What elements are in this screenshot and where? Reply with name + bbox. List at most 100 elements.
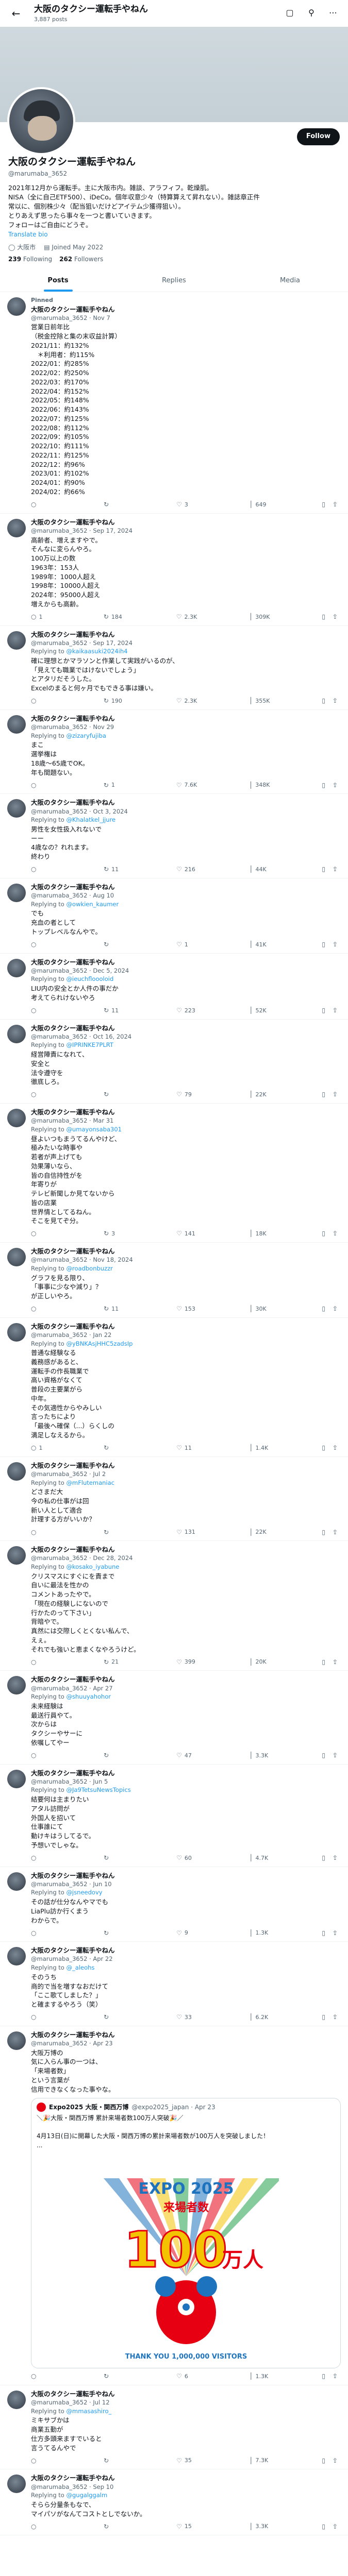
bookmark-icon[interactable]: ▯ [322,697,325,705]
retweet-button[interactable]: ↻ 3 [104,1229,124,1238]
views-button[interactable]: │ 22K [249,1090,270,1099]
author-name[interactable]: 大阪のタクシー運転手やねん [31,1675,115,1683]
share-icon[interactable]: ⇪ [333,1304,338,1313]
grok-icon[interactable]: ▢ [282,5,297,21]
author-name[interactable]: 大阪のタクシー運転手やねん [31,1323,115,1330]
tweet[interactable]: 大阪のタクシー運転手やねん @marumaba_3652 · Nov 29 Repl… [0,710,348,794]
views-button[interactable]: │ 309K [249,613,270,621]
like-button[interactable]: ♡ 33 [176,2013,197,2022]
retweet-button[interactable]: ↻ [104,2013,124,2022]
reply-target-link[interactable]: @kosako_iyabune [67,1563,120,1570]
tweet[interactable]: 大阪のタクシー運転手やねん @marumaba_3652 · Apr 22 Repl… [0,1942,348,2026]
share-icon[interactable]: ⇪ [333,1229,338,1238]
share-icon[interactable]: ⇪ [333,1528,338,1537]
author-name[interactable]: 大阪のタクシー運転手やねん [31,2474,115,2482]
quoted-tweet[interactable]: Expo2025 大阪・関西万博 @expo2025_japan · Apr 23… [31,2098,341,2368]
tweet[interactable]: 大阪のタクシー運転手やねん @marumaba_3652 · Oct 16, 20… [0,1020,348,1104]
bookmark-icon[interactable]: ▯ [322,781,325,790]
reply-button[interactable]: ○ [31,2522,52,2531]
like-button[interactable]: ♡ 11 [176,1444,197,1452]
views-button[interactable]: │ 20K [249,1658,270,1667]
views-button[interactable]: │ 6.2K [249,2013,270,2022]
avatar[interactable] [7,1947,26,1966]
views-button[interactable]: │ 18K [249,1229,270,1238]
retweet-button[interactable]: ↻ 21 [104,1658,124,1667]
bookmark-icon[interactable]: ▯ [322,500,325,509]
bookmark-icon[interactable]: ▯ [322,1854,325,1862]
reply-button[interactable]: ○ [31,1304,52,1313]
reply-target-link[interactable]: @mmasashiro_ [67,2408,112,2415]
following-link[interactable]: 239 Following [8,255,52,264]
avatar[interactable] [7,1462,26,1481]
reply-target-link[interactable]: @jsneedovy [67,1889,103,1896]
share-icon[interactable]: ⇪ [333,2456,338,2465]
share-icon[interactable]: ⇪ [333,1658,338,1667]
like-button[interactable]: ♡ 223 [176,1006,197,1015]
avatar[interactable] [7,2031,26,2050]
retweet-button[interactable]: ↻ [104,1090,124,1099]
bookmark-icon[interactable]: ▯ [322,1929,325,1938]
bookmark-icon[interactable]: ▯ [322,1229,325,1238]
like-button[interactable]: ♡ 79 [176,1090,197,1099]
author-name[interactable]: 大阪のタクシー運転手やねん [31,958,115,966]
followers-link[interactable]: 262 Followers [59,255,103,264]
tweet[interactable]: 大阪のタクシー運転手やねん @marumaba_3652 · Aug 10 Repl… [0,878,348,954]
share-icon[interactable]: ⇪ [333,1090,338,1099]
views-button[interactable]: │ 355K [249,697,270,705]
like-button[interactable]: ♡ 1 [176,940,197,949]
expo-visitor-poster[interactable]: EXPO 2025 来場者数 100 万人 THANK YOU 1,000,000 VI… [31,2154,340,2368]
author-name[interactable]: 大阪のタクシー運転手やねん [31,799,115,806]
tweet[interactable]: 大阪のタクシー運転手やねん @marumaba_3652 · Jan 22 Repl… [0,1318,348,1457]
reply-button[interactable]: ○ [31,2013,52,2022]
share-icon[interactable]: ⇪ [333,865,338,874]
author-name[interactable]: 大阪のタクシー運転手やねん [31,1769,115,1777]
like-button[interactable]: ♡ 399 [176,1658,197,1667]
translate-bio-link[interactable]: Translate bio [8,230,340,239]
reply-target-link[interactable]: @kaikaasuki2024ih4 [67,648,128,655]
share-icon[interactable]: ⇪ [333,500,338,509]
avatar[interactable] [7,715,26,734]
views-button[interactable]: │ 3.3K [249,2522,270,2531]
like-button[interactable]: ♡ 216 [176,865,197,874]
tweet[interactable]: 大阪のタクシー運転手やねん @marumaba_3652 · Dec 5, 202… [0,954,348,1020]
like-button[interactable]: ♡ 2.3K [176,613,197,621]
author-name[interactable]: 大阪のタクシー運転手やねん [31,1108,115,1116]
reply-target-link[interactable]: @zizaryfujiba [67,732,106,739]
bookmark-icon[interactable]: ▯ [322,865,325,874]
avatar[interactable] [7,1769,26,1788]
bookmark-icon[interactable]: ▯ [322,1304,325,1313]
bookmark-icon[interactable]: ▯ [322,1751,325,1760]
share-icon[interactable]: ⇪ [333,1006,338,1015]
reply-button[interactable]: ○ [31,1528,52,1537]
author-name[interactable]: 大阪のタクシー運転手やねん [31,715,115,722]
author-name[interactable]: 大阪のタクシー運転手やねん [31,306,115,313]
retweet-button[interactable]: ↻ [104,2456,124,2465]
avatar[interactable] [7,518,26,537]
bookmark-icon[interactable]: ▯ [322,1444,325,1452]
reply-target-link[interactable]: @Khalatkel_jjure [67,816,116,823]
tab-replies[interactable]: Replies [116,269,232,292]
reply-button[interactable]: ○ [31,1090,52,1099]
avatar[interactable] [7,958,26,977]
reply-target-link[interactable]: @owkien_kaumer [67,901,119,908]
author-name[interactable]: 大阪のタクシー運転手やねん [31,2390,115,2398]
views-button[interactable]: │ 7.3K [249,2456,270,2465]
reply-button[interactable]: ○ [31,1854,52,1862]
retweet-button[interactable]: ↻ 11 [104,1304,124,1313]
reply-target-link[interactable]: @gugalggalm [67,2492,108,2499]
reply-target-link[interactable]: @Ja9TetsuNewsTopics [67,1786,131,1793]
avatar[interactable] [7,297,26,316]
views-button[interactable]: │ 52K [249,1006,270,1015]
share-icon[interactable]: ⇪ [333,781,338,790]
reply-target-link[interactable]: @shuuyahohor [67,1693,111,1700]
author-name[interactable]: 大阪のタクシー運転手やねん [31,1462,115,1469]
reply-button[interactable]: ○ [31,500,52,509]
retweet-button[interactable]: ↻ [104,1751,124,1760]
retweet-button[interactable]: ↻ [104,2522,124,2531]
share-icon[interactable]: ⇪ [333,613,338,621]
share-icon[interactable]: ⇪ [333,940,338,949]
like-button[interactable]: ♡ 6 [176,2372,197,2381]
views-button[interactable]: │ 1.4K [249,1444,270,1452]
retweet-button[interactable]: ↻ [104,1528,124,1537]
retweet-button[interactable]: ↻ 190 [104,697,124,705]
